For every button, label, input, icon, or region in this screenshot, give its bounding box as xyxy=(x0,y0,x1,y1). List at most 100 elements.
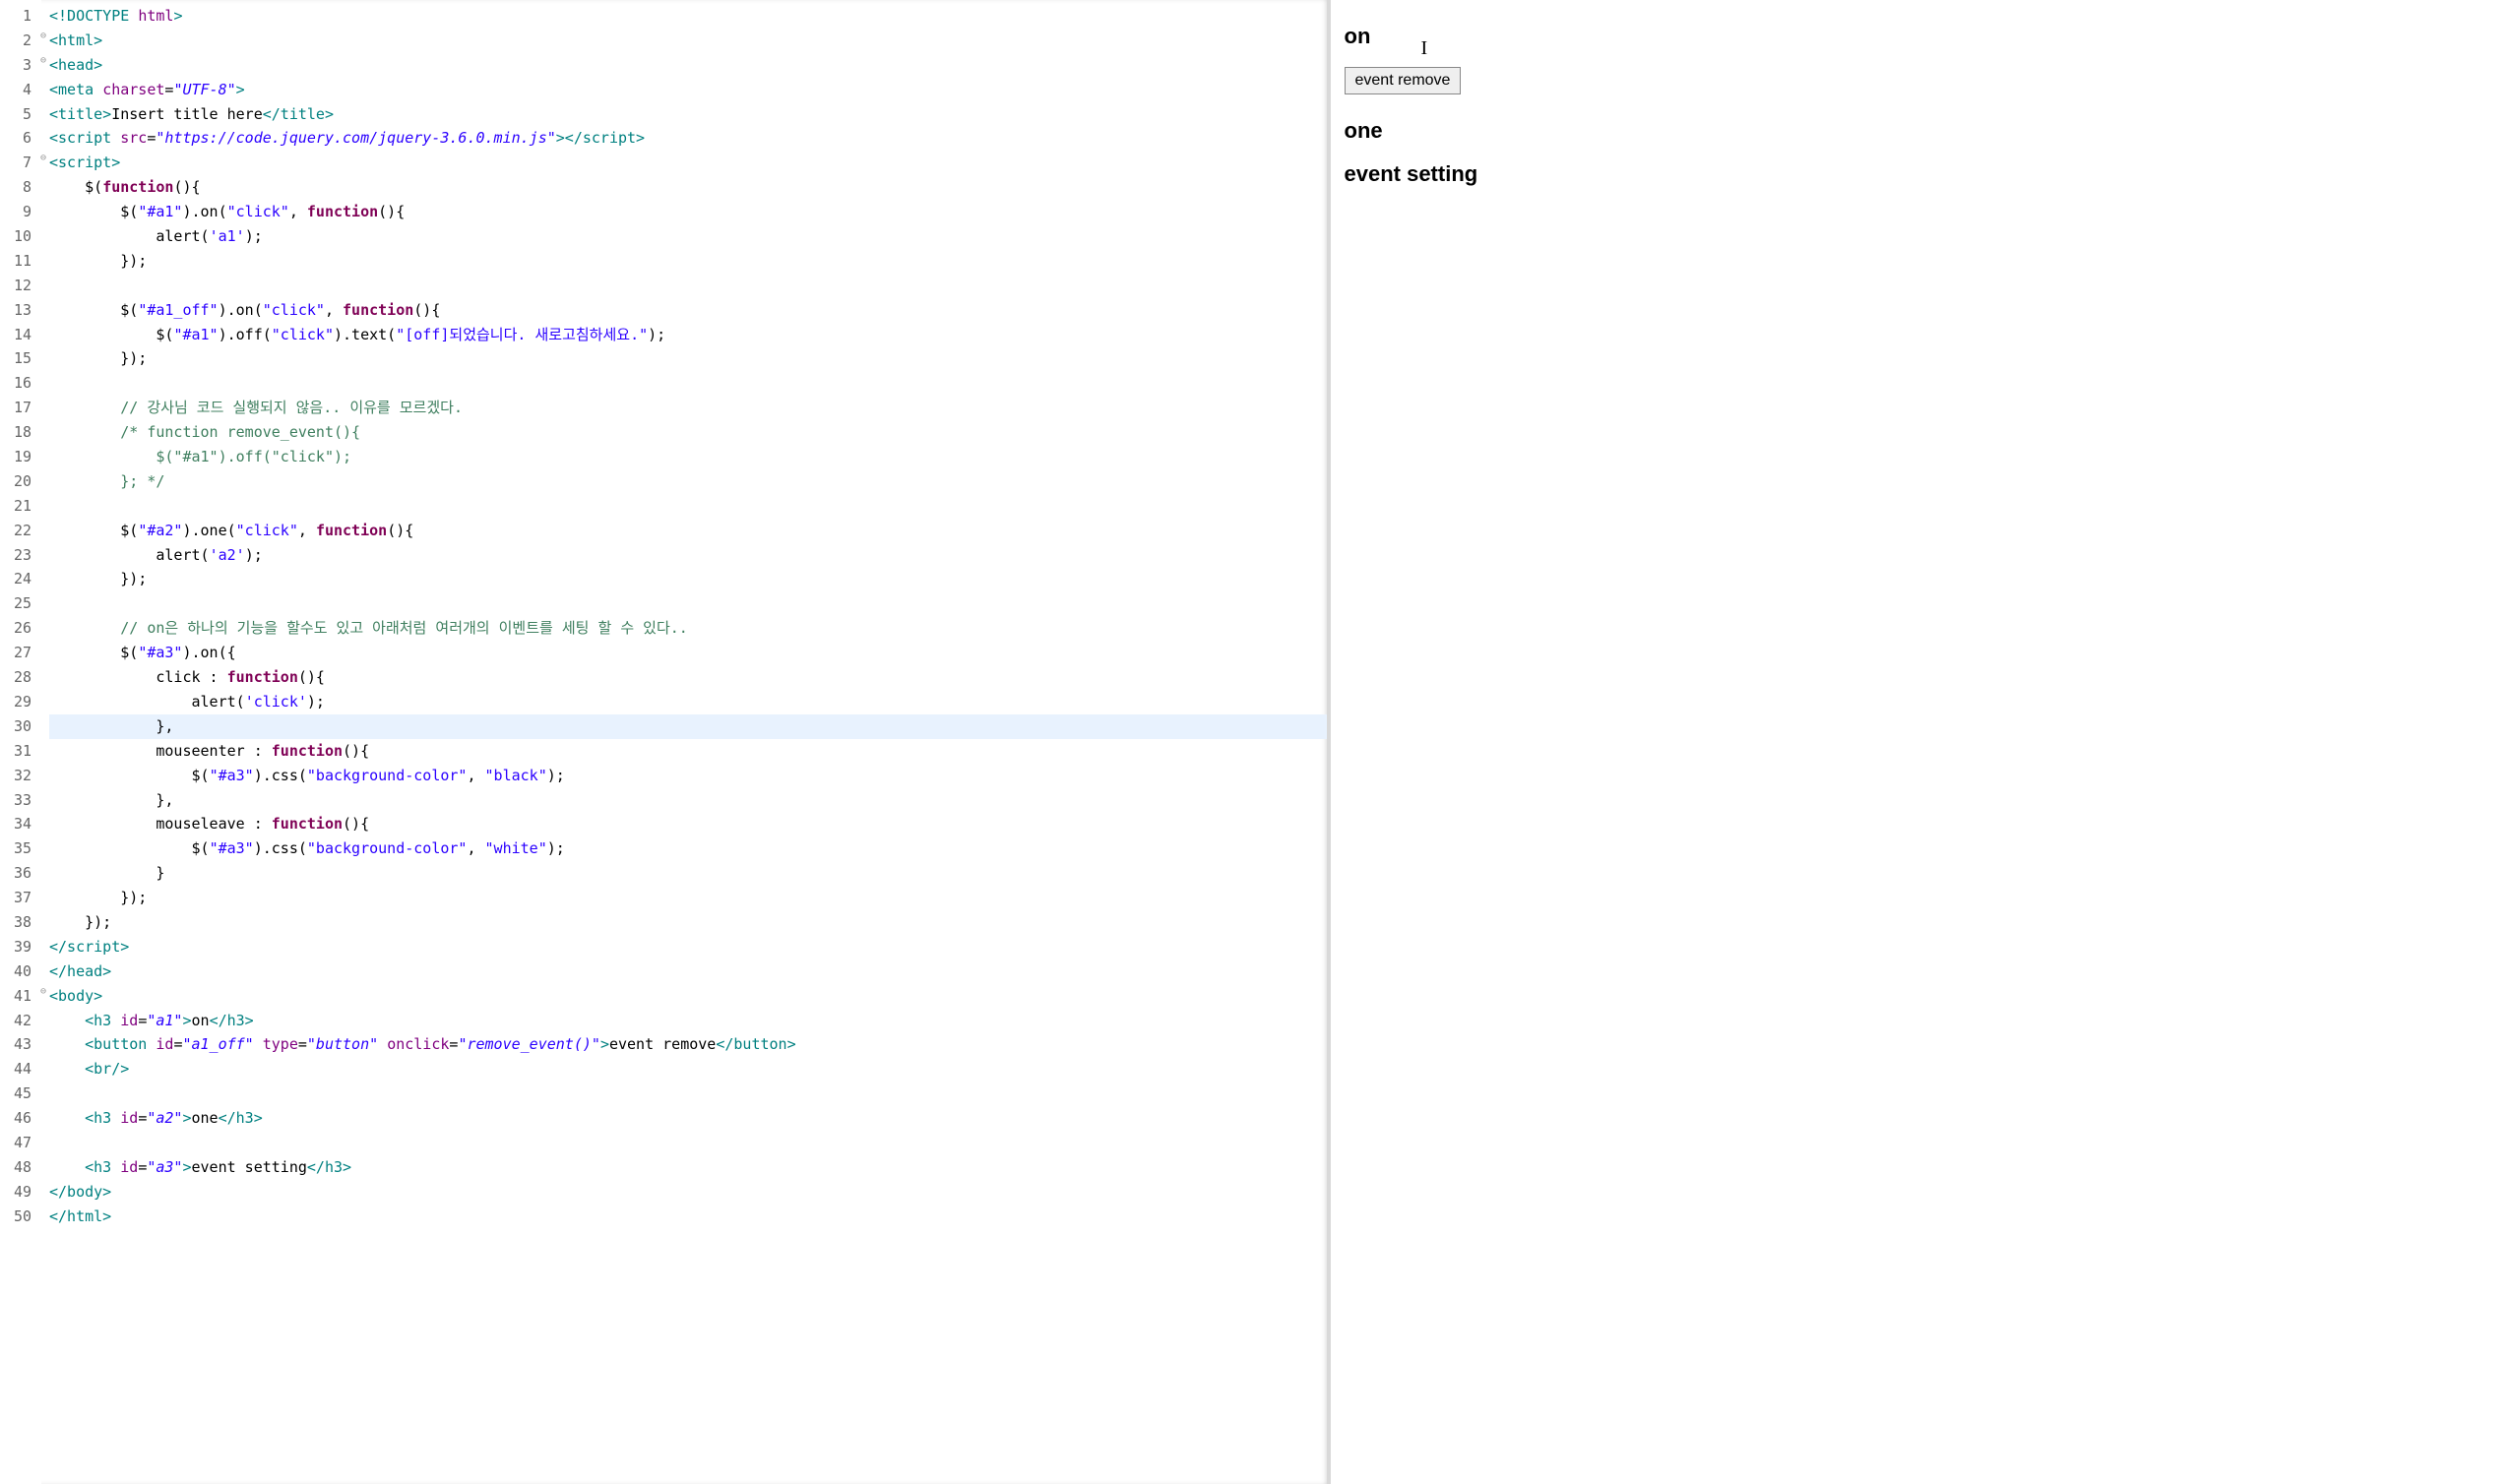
code-line[interactable]: $("#a1_off").on("click", function(){ xyxy=(49,298,1327,323)
line-number: 29 xyxy=(0,690,35,714)
line-number: 3 xyxy=(0,53,35,78)
line-number: 20 xyxy=(0,469,35,494)
code-line[interactable]: }); xyxy=(49,249,1327,274)
code-line[interactable]: </head> xyxy=(49,959,1327,984)
code-line[interactable] xyxy=(49,1082,1327,1106)
code-line[interactable]: }, xyxy=(49,714,1327,739)
line-number: 24 xyxy=(0,567,35,591)
code-line[interactable]: $("#a1").off("click"); xyxy=(49,445,1327,469)
line-number: 36 xyxy=(0,861,35,886)
code-line[interactable]: <h3 id="a3">event setting</h3> xyxy=(49,1155,1327,1180)
code-line[interactable]: $(function(){ xyxy=(49,175,1327,200)
line-number: 46 xyxy=(0,1106,35,1131)
line-number: 50 xyxy=(0,1205,35,1229)
line-number: 14 xyxy=(0,323,35,347)
code-line[interactable]: $("#a2").one("click", function(){ xyxy=(49,519,1327,543)
line-number: 42 xyxy=(0,1009,35,1033)
code-line[interactable]: <br/> xyxy=(49,1057,1327,1082)
line-number: 40 xyxy=(0,959,35,984)
code-line[interactable]: <head> xyxy=(49,53,1327,78)
code-line[interactable]: $("#a3").css("background-color", "white"… xyxy=(49,836,1327,861)
code-line[interactable]: $("#a3").on({ xyxy=(49,641,1327,665)
line-number: 38 xyxy=(0,910,35,935)
line-number: 5 xyxy=(0,102,35,127)
code-line[interactable]: </script> xyxy=(49,935,1327,959)
code-line[interactable]: }); xyxy=(49,567,1327,591)
code-line[interactable]: click : function(){ xyxy=(49,665,1327,690)
code-line[interactable]: }; */ xyxy=(49,469,1327,494)
code-line[interactable]: /* function remove_event(){ xyxy=(49,420,1327,445)
line-number: 26 xyxy=(0,616,35,641)
line-number: 48 xyxy=(0,1155,35,1180)
line-number: 10 xyxy=(0,224,35,249)
line-number-gutter: 1234567891011121314151617181920212223242… xyxy=(0,0,41,1484)
heading-one[interactable]: one xyxy=(1345,118,2497,144)
line-number: 39 xyxy=(0,935,35,959)
code-line[interactable]: <h3 id="a2">one</h3> xyxy=(49,1106,1327,1131)
code-line[interactable]: <script src="https://code.jquery.com/jqu… xyxy=(49,126,1327,151)
code-line[interactable] xyxy=(49,494,1327,519)
line-number: 45 xyxy=(0,1082,35,1106)
code-line[interactable]: mouseenter : function(){ xyxy=(49,739,1327,764)
code-line[interactable]: }); xyxy=(49,886,1327,910)
line-number: 17 xyxy=(0,396,35,420)
line-number: 19 xyxy=(0,445,35,469)
editor-scroll[interactable]: 1234567891011121314151617181920212223242… xyxy=(0,0,1327,1484)
line-number: 33 xyxy=(0,788,35,813)
line-number: 44 xyxy=(0,1057,35,1082)
line-number: 37 xyxy=(0,886,35,910)
code-editor-pane: 1234567891011121314151617181920212223242… xyxy=(0,0,1331,1484)
code-line[interactable]: <button id="a1_off" type="button" onclic… xyxy=(49,1032,1327,1057)
line-number: 47 xyxy=(0,1131,35,1155)
code-line[interactable] xyxy=(49,591,1327,616)
code-line[interactable]: </html> xyxy=(49,1205,1327,1229)
line-number: 12 xyxy=(0,274,35,298)
code-line[interactable]: <meta charset="UTF-8"> xyxy=(49,78,1327,102)
line-number: 1 xyxy=(0,4,35,29)
code-line[interactable]: alert('a1'); xyxy=(49,224,1327,249)
code-line[interactable]: alert('click'); xyxy=(49,690,1327,714)
line-number: 15 xyxy=(0,346,35,371)
line-number: 13 xyxy=(0,298,35,323)
code-line[interactable]: } xyxy=(49,861,1327,886)
code-line[interactable]: <body> xyxy=(49,984,1327,1009)
line-number: 9 xyxy=(0,200,35,224)
code-line[interactable]: <title>Insert title here</title> xyxy=(49,102,1327,127)
code-line[interactable]: mouseleave : function(){ xyxy=(49,812,1327,836)
line-number: 31 xyxy=(0,739,35,764)
heading-event-setting[interactable]: event setting xyxy=(1345,161,2497,187)
code-line[interactable] xyxy=(49,371,1327,396)
code-line[interactable]: alert('a2'); xyxy=(49,543,1327,568)
code-line[interactable]: // 강사님 코드 실행되지 않음.. 이유를 모르겠다. xyxy=(49,396,1327,420)
browser-preview-pane: on I event remove one event setting xyxy=(1331,0,2510,1484)
line-number: 27 xyxy=(0,641,35,665)
event-remove-button[interactable]: event remove xyxy=(1345,67,1462,94)
code-line[interactable]: <!DOCTYPE html> xyxy=(49,4,1327,29)
code-line[interactable] xyxy=(49,1131,1327,1155)
line-number: 28 xyxy=(0,665,35,690)
heading-on[interactable]: on xyxy=(1345,24,2497,49)
code-line[interactable]: <script> xyxy=(49,151,1327,175)
line-number: 11 xyxy=(0,249,35,274)
code-line[interactable]: // on은 하나의 기능을 할수도 있고 아래처럼 여러개의 이벤트를 세팅 … xyxy=(49,616,1327,641)
line-number: 23 xyxy=(0,543,35,568)
line-number: 35 xyxy=(0,836,35,861)
code-line[interactable]: <h3 id="a1">on</h3> xyxy=(49,1009,1327,1033)
line-number: 2 xyxy=(0,29,35,53)
code-line[interactable] xyxy=(49,274,1327,298)
line-number: 30 xyxy=(0,714,35,739)
code-line[interactable]: $("#a3").css("background-color", "black"… xyxy=(49,764,1327,788)
code-area[interactable]: <!DOCTYPE html><html><head><meta charset… xyxy=(41,0,1327,1484)
code-line[interactable]: $("#a1").off("click").text("[off]되었습니다. … xyxy=(49,323,1327,347)
line-number: 32 xyxy=(0,764,35,788)
line-number: 4 xyxy=(0,78,35,102)
code-line[interactable]: }); xyxy=(49,910,1327,935)
code-line[interactable]: </body> xyxy=(49,1180,1327,1205)
code-line[interactable]: }); xyxy=(49,346,1327,371)
code-line[interactable]: $("#a1").on("click", function(){ xyxy=(49,200,1327,224)
code-line[interactable]: <html> xyxy=(49,29,1327,53)
line-number: 41 xyxy=(0,984,35,1009)
code-line[interactable]: }, xyxy=(49,788,1327,813)
line-number: 18 xyxy=(0,420,35,445)
line-number: 49 xyxy=(0,1180,35,1205)
